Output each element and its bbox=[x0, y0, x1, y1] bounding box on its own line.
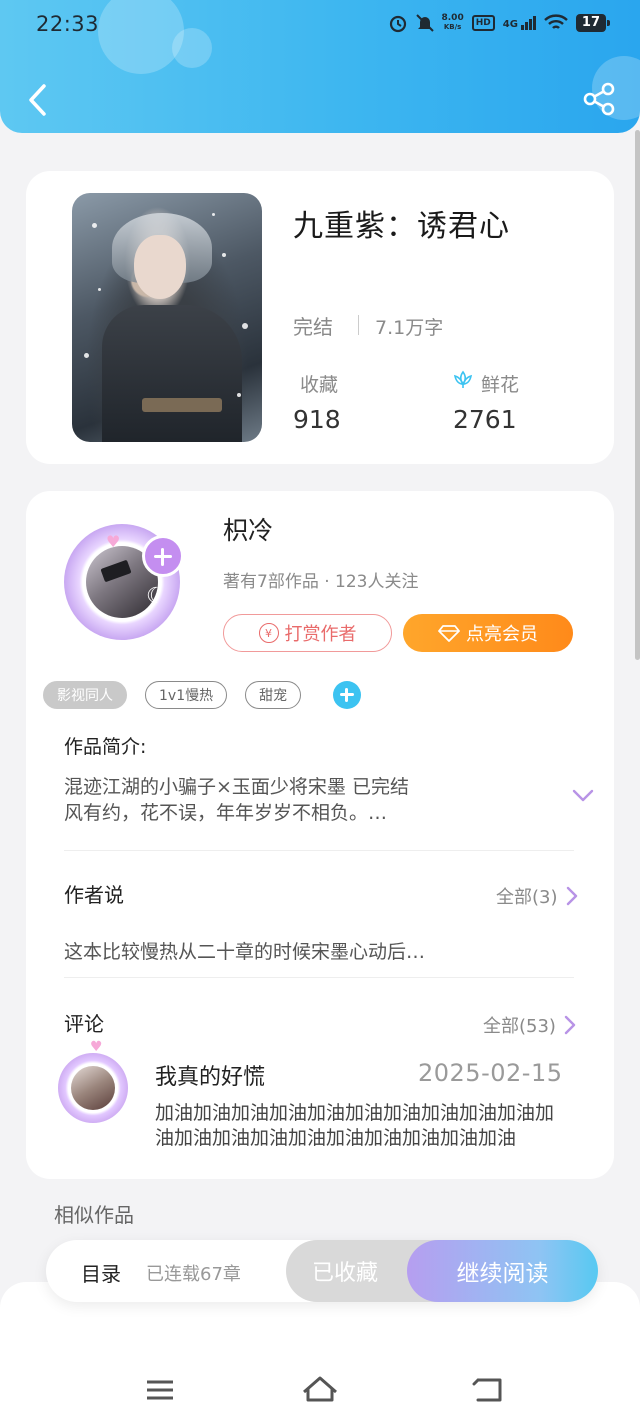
author-say-text[interactable]: 这本比较慢热从二十章的时候宋墨心动后… bbox=[64, 937, 425, 964]
diamond-icon bbox=[438, 625, 460, 642]
flowers-label: 鲜花 bbox=[481, 374, 520, 396]
add-tag-button[interactable] bbox=[333, 681, 362, 709]
net-speed: 8.00 KB/s bbox=[441, 13, 464, 32]
moon-icon: ☾ bbox=[146, 584, 166, 609]
battery-indicator: 17 bbox=[575, 14, 611, 32]
mute-bell-icon bbox=[415, 14, 434, 32]
home-icon[interactable] bbox=[300, 1372, 340, 1408]
tag-item[interactable]: 1v1慢热 bbox=[145, 681, 228, 709]
meta-divider bbox=[358, 315, 359, 335]
word-count: 7.1万字 bbox=[375, 317, 444, 339]
chevron-right-icon bbox=[566, 886, 577, 906]
system-nav-bar bbox=[0, 1282, 640, 1422]
divider bbox=[64, 977, 574, 978]
flowers-count: 2761 bbox=[453, 405, 517, 434]
intro-title: 作品简介: bbox=[64, 736, 147, 758]
author-say-title: 作者说 bbox=[64, 883, 124, 907]
back-nav-icon[interactable] bbox=[468, 1372, 508, 1408]
share-icon[interactable] bbox=[582, 82, 616, 116]
alarm-icon bbox=[389, 15, 406, 33]
intro-text[interactable]: 混迹江湖的小骗子×玉面少将宋墨 已完结 风有约，花不误，年年岁岁不相负。… bbox=[64, 774, 484, 826]
comment-text[interactable]: 加油加油加油加油加油加油加油加油加油加油加油加油加油加油加油加油加油加油加油加油 bbox=[155, 1101, 565, 1151]
tip-author-button[interactable]: ¥ 打赏作者 bbox=[223, 614, 392, 652]
comments-title: 评论 bbox=[64, 1012, 104, 1036]
follow-author-button[interactable] bbox=[142, 535, 184, 577]
author-say-see-all[interactable]: 全部(3) bbox=[496, 883, 578, 909]
divider bbox=[64, 850, 574, 851]
vip-button[interactable]: 点亮会员 bbox=[403, 614, 573, 652]
back-arrow-icon[interactable] bbox=[22, 80, 56, 120]
favorites-count: 918 bbox=[293, 405, 341, 434]
tip-author-label: 打赏作者 bbox=[284, 624, 357, 645]
comment-date: 2025-02-15 bbox=[418, 1059, 563, 1087]
serial-status: 已连载67章 bbox=[146, 1264, 241, 1285]
commenter-name[interactable]: 我真的好慌 bbox=[155, 1059, 265, 1091]
yen-icon: ¥ bbox=[258, 623, 279, 643]
wifi-icon bbox=[544, 14, 568, 29]
book-title: 九重紫：诱君心 bbox=[293, 209, 510, 244]
commenter-avatar[interactable]: ♥ bbox=[56, 1039, 128, 1131]
tag-list: 影视同人 1v1慢热 甜宠 bbox=[43, 681, 362, 709]
decor-bubble bbox=[172, 28, 212, 68]
chevron-down-icon[interactable] bbox=[572, 789, 594, 803]
vip-label: 点亮会员 bbox=[466, 624, 538, 645]
book-info-card: 九重紫：诱君心 完结 7.1万字 收藏 918 鲜花 2761 bbox=[26, 171, 614, 464]
author-meta: 著有7部作品 · 123人关注 bbox=[223, 572, 419, 592]
hd-badge: HD bbox=[471, 15, 495, 31]
scrollbar[interactable] bbox=[635, 130, 640, 660]
cell-signal: 4G bbox=[503, 16, 536, 30]
heart-icon: ♥ bbox=[106, 532, 121, 551]
continue-reading-button[interactable]: 继续阅读 bbox=[407, 1240, 598, 1302]
author-avatar[interactable]: ♥ ☾ bbox=[54, 514, 190, 650]
reading-action-bar: 目录 已连载67章 已收藏 继续阅读 bbox=[46, 1240, 598, 1302]
comments-see-all[interactable]: 全部(53) bbox=[483, 1012, 576, 1038]
chevron-right-icon bbox=[564, 1015, 576, 1035]
header: 22:33 8.00 KB/s HD 4G 17 bbox=[0, 0, 640, 133]
book-status: 完结 bbox=[293, 315, 333, 339]
tag-item[interactable]: 甜宠 bbox=[245, 681, 302, 709]
menu-icon[interactable] bbox=[140, 1372, 180, 1408]
author-name[interactable]: 枳冷 bbox=[223, 511, 273, 547]
book-cover[interactable] bbox=[72, 193, 262, 442]
toc-button[interactable]: 目录 bbox=[81, 1258, 121, 1287]
tag-item[interactable]: 影视同人 bbox=[43, 681, 127, 709]
detail-card: ♥ ☾ 枳冷 著有7部作品 · 123人关注 ¥ 打赏作者 点亮会员 影视同人 … bbox=[26, 491, 614, 1179]
heart-icon: ♥ bbox=[90, 1039, 103, 1055]
similar-works-title: 相似作品 bbox=[54, 1203, 134, 1227]
status-time: 22:33 bbox=[36, 12, 100, 36]
decor-bubble bbox=[98, 0, 184, 74]
status-icons: 8.00 KB/s HD 4G 17 bbox=[388, 13, 611, 33]
favorites-label: 收藏 bbox=[300, 374, 339, 396]
flower-icon bbox=[453, 370, 473, 388]
